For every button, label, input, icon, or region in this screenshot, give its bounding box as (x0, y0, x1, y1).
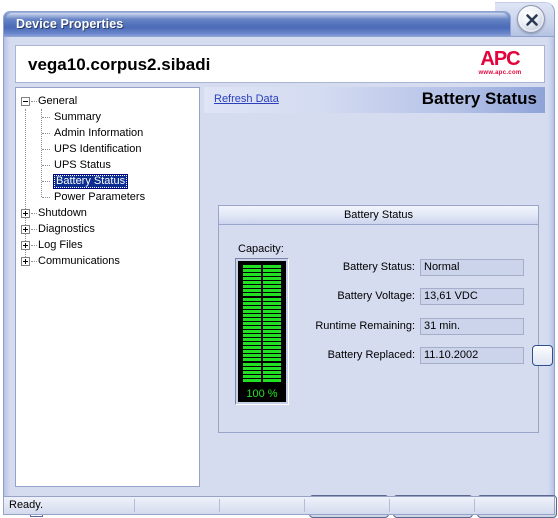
capacity-label: Capacity: (238, 243, 284, 255)
status-divider (134, 499, 135, 512)
tree-expander-plus-icon[interactable] (21, 241, 30, 250)
status-text: Ready. (9, 499, 44, 511)
tree-expander-minus-icon[interactable] (21, 97, 30, 106)
tree-item-label: Log Files (38, 239, 83, 251)
runtime-remaining-label: Runtime Remaining: (315, 320, 415, 332)
dialog-left-bevel (4, 37, 11, 511)
page-title: Battery Status (421, 89, 537, 108)
groupbox-title: Battery Status (219, 206, 538, 225)
tree-item[interactable]: UPS Status (20, 157, 197, 173)
status-divider (389, 499, 390, 512)
tree-item[interactable]: Shutdown (20, 205, 197, 221)
battery-status-value[interactable]: Normal (420, 259, 524, 276)
tree-guide-line (42, 117, 50, 119)
tree-item-label: Communications (38, 255, 120, 267)
tree-item-label: Shutdown (38, 207, 87, 219)
status-divider (219, 499, 220, 512)
tree-item[interactable]: Power Parameters (20, 189, 197, 205)
tree-guide-line (31, 261, 37, 263)
title-bar[interactable]: Device Properties (3, 11, 511, 37)
tree-guide-line (31, 101, 37, 103)
battery-replaced-picker-button[interactable] (532, 345, 553, 366)
tree-item-selected[interactable]: Battery Status (20, 173, 197, 189)
tree-item-label: UPS Status (54, 159, 111, 171)
close-icon[interactable] (517, 5, 545, 33)
battery-replaced-value[interactable]: 11.10.2002 (420, 347, 524, 364)
dialog-right-bevel (547, 37, 554, 511)
tree-item[interactable]: Diagnostics (20, 221, 197, 237)
tree-guide-line (42, 149, 50, 151)
tree-item[interactable]: Communications (20, 253, 197, 269)
tree-item-label: Diagnostics (38, 223, 95, 235)
tree-item-label[interactable]: Battery Status (53, 174, 129, 189)
tree-item-label: Power Parameters (54, 191, 146, 203)
apc-logo: APC www.apc.com (464, 49, 536, 81)
tree-guide-line (31, 213, 37, 215)
tree-item-label: General (38, 95, 78, 107)
title-bar-zone: Device Properties (0, 0, 558, 40)
capacity-gauge-display: 100 % (238, 261, 286, 402)
status-bar: Ready. (3, 496, 555, 515)
tree-expander-plus-icon[interactable] (21, 257, 30, 266)
apc-logo-text: APC (480, 48, 520, 70)
tree-expander-plus-icon[interactable] (21, 209, 30, 218)
window-title: Device Properties (16, 17, 124, 31)
tree-item-label: UPS Identification (54, 143, 142, 155)
runtime-remaining-value[interactable]: 31 min. (420, 318, 524, 335)
status-divider (304, 499, 305, 512)
device-properties-window: Device Properties vega10.corpus2.sibadi … (0, 0, 558, 518)
navigation-tree-panel[interactable]: General Summary Admin Information UPS Ident… (15, 87, 200, 487)
refresh-data-link[interactable]: Refresh Data (214, 93, 279, 105)
status-divider (474, 499, 475, 512)
tree-guide-line (31, 245, 37, 247)
tree-guide-line (42, 197, 50, 199)
battery-status-label: Battery Status: (342, 261, 415, 273)
battery-voltage-value[interactable]: 13,61 VDC (420, 288, 524, 305)
device-name: vega10.corpus2.sibadi (28, 55, 211, 74)
dialog-body: vega10.corpus2.sibadi APC www.apc.com Re… (3, 36, 557, 518)
tree-item[interactable]: Admin Information (20, 125, 197, 141)
tree-item[interactable]: Summary (20, 109, 197, 125)
tree-guide-line (42, 165, 50, 167)
tree-item[interactable]: UPS Identification (20, 141, 197, 157)
battery-voltage-label: Battery Voltage: (337, 290, 415, 302)
apc-logo-url: www.apc.com (478, 70, 522, 76)
tree-item[interactable]: Log Files (20, 237, 197, 253)
battery-replaced-label: Battery Replaced: (327, 349, 415, 361)
capacity-gauge: 100 % (235, 258, 289, 405)
tree-guide-line (42, 133, 50, 135)
capacity-percent-label: 100 % (246, 388, 278, 400)
tree-item-label: Admin Information (54, 127, 144, 139)
tree-guide-line (42, 181, 50, 183)
tree-item-label: Summary (54, 111, 102, 123)
tree-item[interactable]: General (20, 93, 197, 109)
device-header: vega10.corpus2.sibadi APC www.apc.com (15, 45, 545, 83)
capacity-gauge-split (261, 263, 263, 384)
tree-expander-plus-icon[interactable] (21, 225, 30, 234)
page-title-band: Refresh Data Battery Status (204, 87, 545, 113)
tree-guide-line (31, 229, 37, 231)
